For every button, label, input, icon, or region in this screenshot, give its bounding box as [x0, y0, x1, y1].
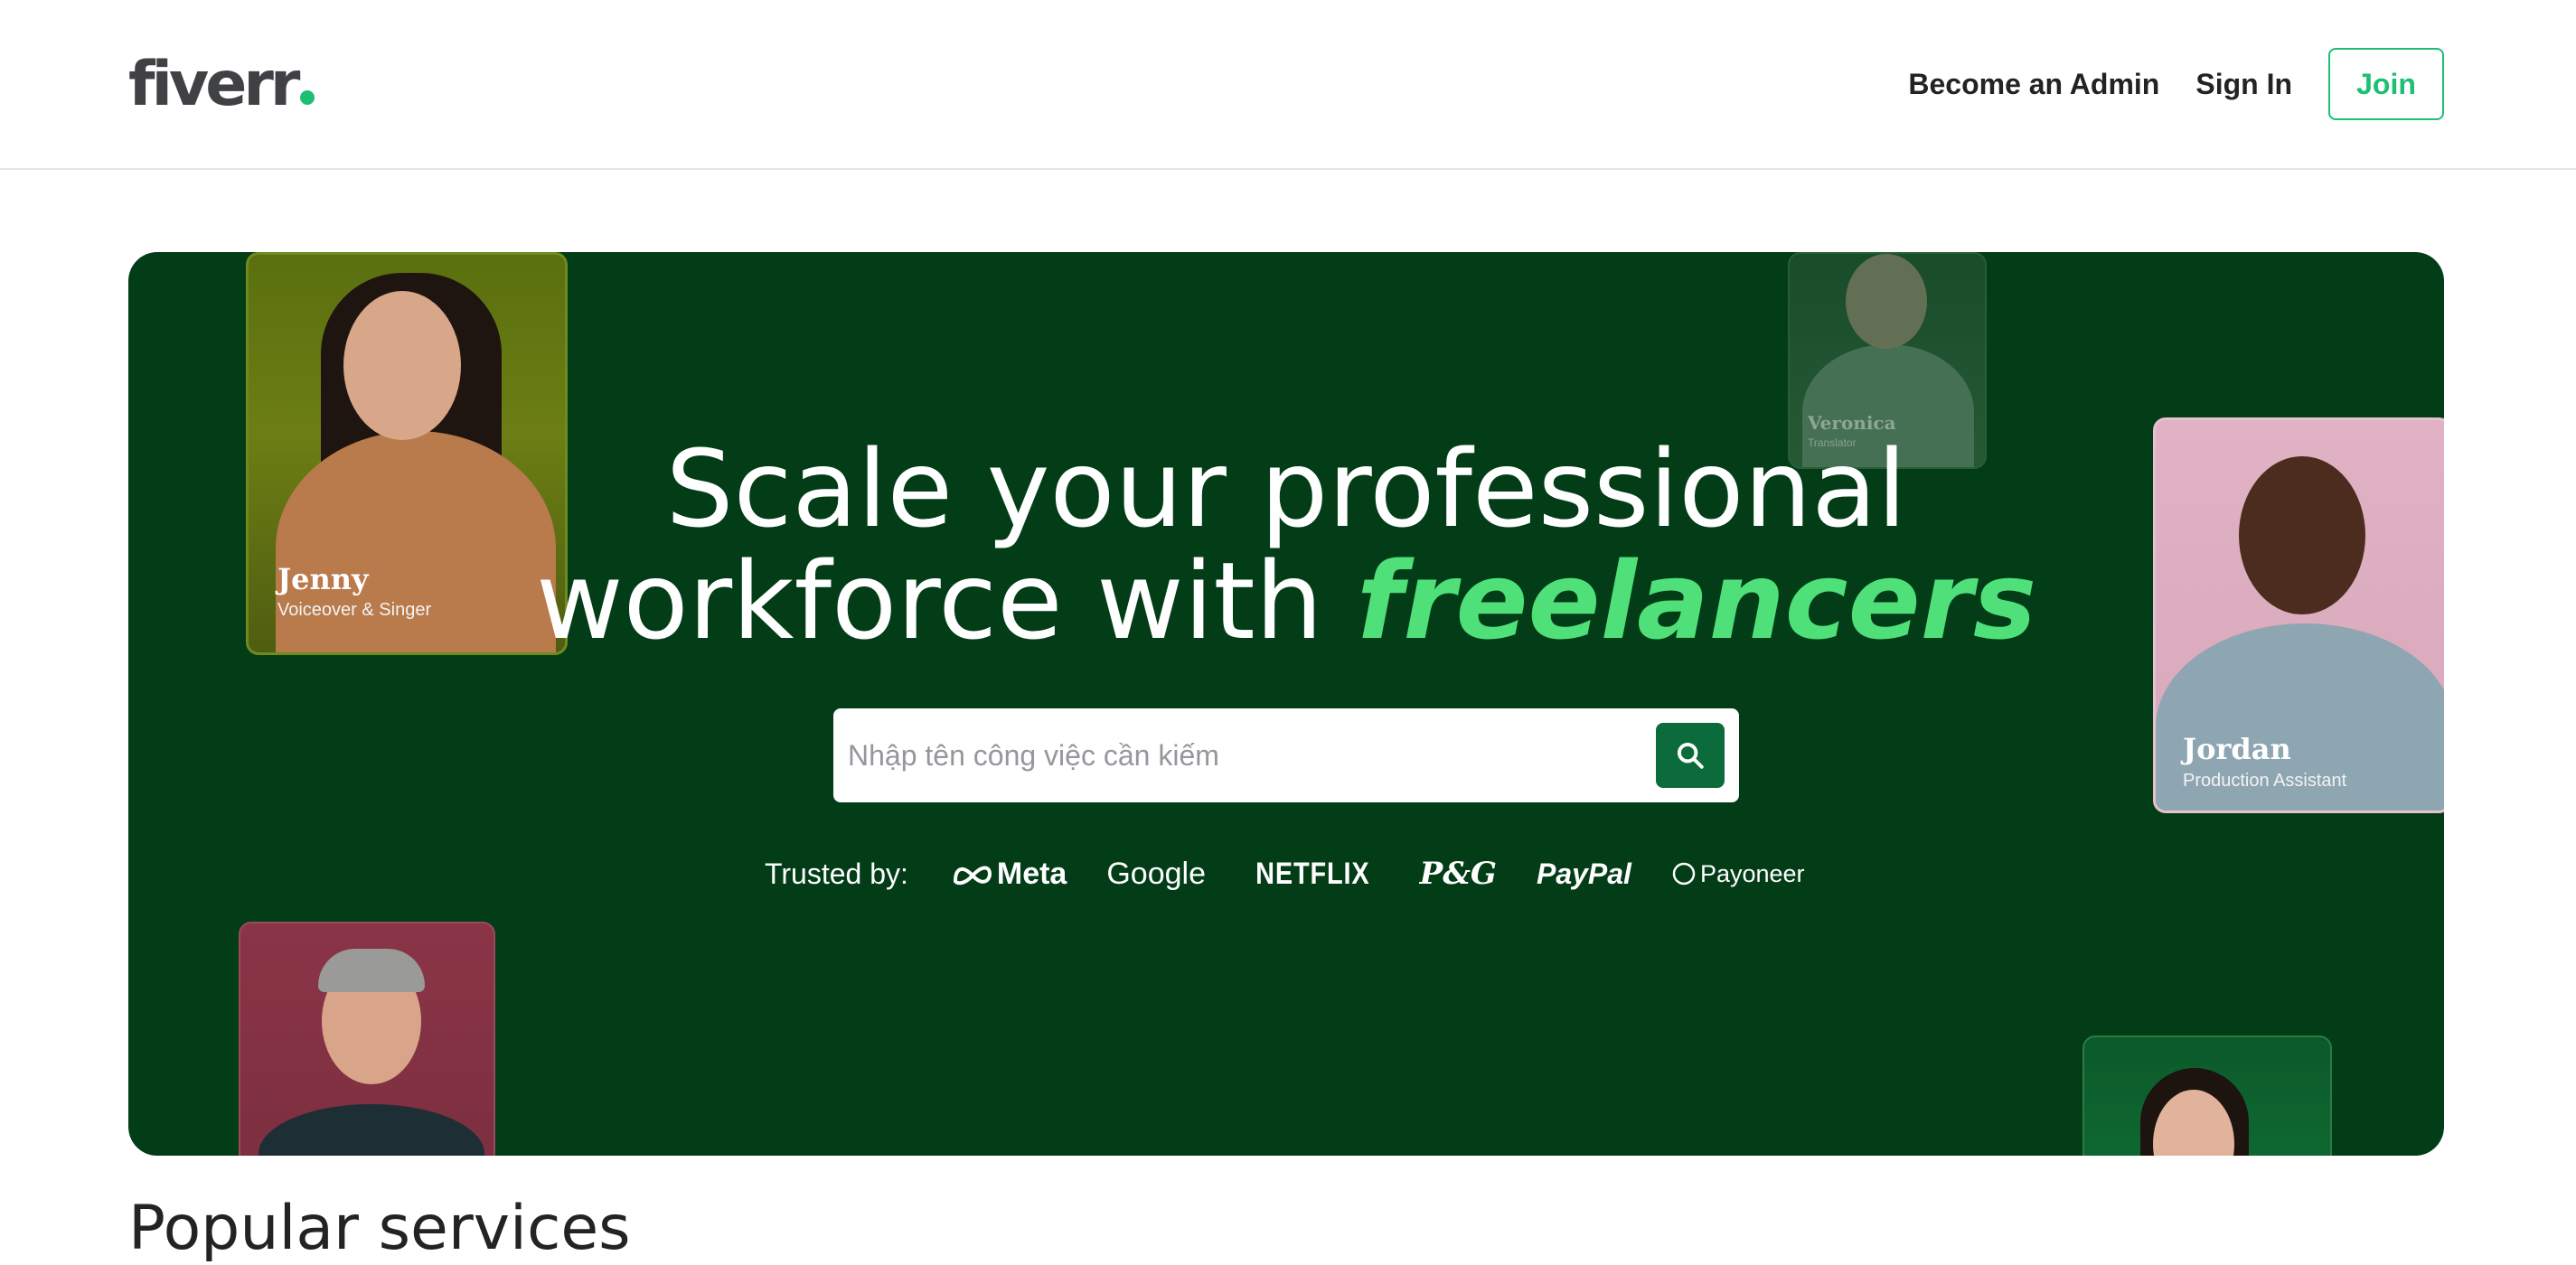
search-button[interactable] [1656, 723, 1725, 788]
join-button[interactable]: Join [2328, 48, 2444, 120]
avatar-body [259, 1104, 484, 1156]
hero-title-prefix: workforce with [535, 539, 1357, 663]
trusted-by-row: Trusted by: Meta Google NETFLIX P&G PayP… [765, 852, 1805, 895]
top-header: fiverr Become an Admin Sign In Join [0, 0, 2576, 170]
search-icon [1677, 742, 1704, 769]
brand-google-logo: Google [1106, 856, 1206, 891]
brand-paypal-logo: PayPal [1536, 857, 1631, 890]
brand-pg-logo: P&G [1419, 856, 1497, 892]
avatar-head [1846, 254, 1927, 349]
brand-netflix-logo: NETFLIX [1255, 856, 1370, 891]
hero-banner: Jenny Voiceover & Singer Veronica Transl… [128, 252, 2444, 1156]
hero-title-line-2: workforce with freelancers [128, 545, 2444, 657]
logo-text: fiverr [128, 49, 300, 120]
sign-in-link[interactable]: Sign In [2195, 68, 2292, 101]
brand-meta-text: Meta [996, 856, 1067, 891]
fiverr-logo[interactable]: fiverr [128, 47, 315, 123]
brand-meta-logo: Meta [952, 857, 1067, 892]
card-role: Production Assistant [2183, 771, 2347, 791]
freelancer-card-woman [2082, 1035, 2332, 1156]
become-admin-link[interactable]: Become an Admin [1908, 68, 2159, 101]
trusted-label: Trusted by: [765, 857, 908, 890]
card-name: Jordan [2183, 732, 2291, 766]
popular-services-title: Popular services [128, 1193, 631, 1264]
search-bar [833, 708, 1739, 802]
header-nav: Become an Admin Sign In Join [1908, 48, 2444, 120]
hero-title-line-1: Scale your professional [665, 426, 1907, 551]
payoneer-icon [1672, 862, 1696, 886]
search-input[interactable] [848, 719, 1656, 792]
logo-dot [300, 90, 315, 105]
brand-payoneer-logo: Payoneer [1671, 860, 1805, 888]
hair-shape [318, 949, 425, 992]
avatar-head [343, 291, 461, 440]
hero-title-accent: freelancers [1356, 539, 2037, 663]
freelancer-card-man [239, 922, 495, 1156]
meta-icon [953, 866, 992, 886]
brand-payoneer-text: Payoneer [1699, 859, 1805, 887]
hero-title: Scale your professional workforce with f… [128, 433, 2444, 657]
